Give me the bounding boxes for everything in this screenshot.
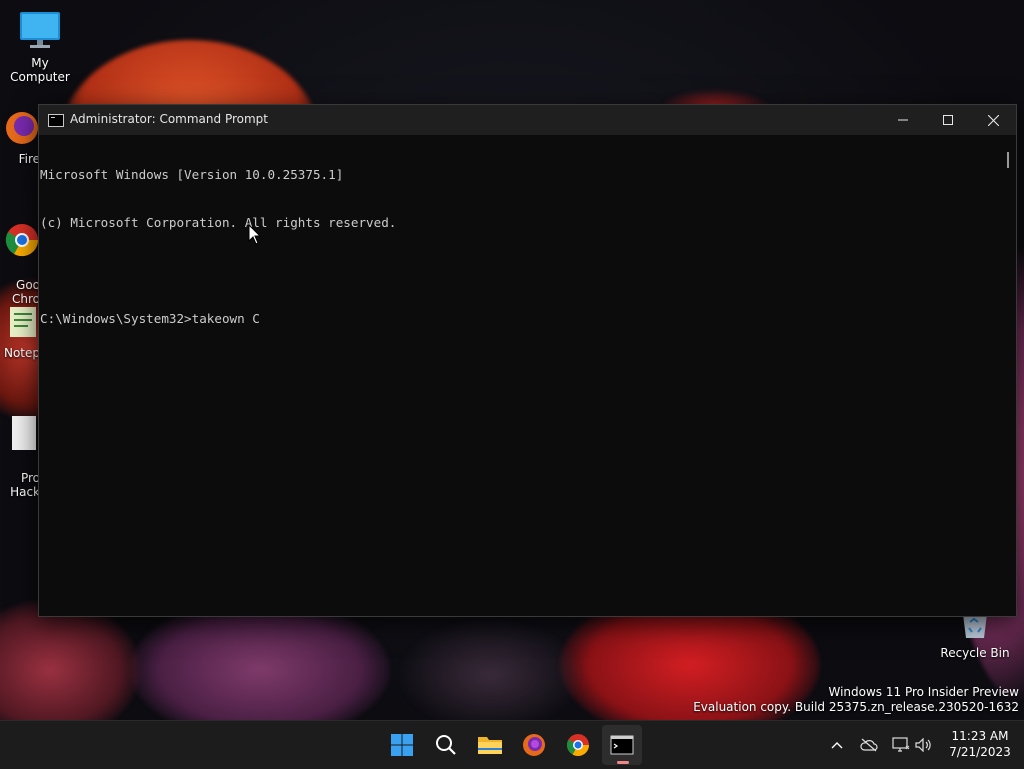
desktop-icon-label: Notep [3, 346, 40, 360]
close-icon [987, 114, 999, 126]
watermark-build: Evaluation copy. Build 25375.zn_release.… [693, 700, 1019, 714]
notepad-icon [10, 307, 36, 337]
desktop-icon-label: Pro Hack [10, 471, 40, 499]
document-icon [12, 416, 36, 450]
command-prompt-window[interactable]: Administrator: Command Prompt Microsoft … [38, 104, 1017, 617]
close-button[interactable] [970, 105, 1016, 135]
wallpaper-shape [0, 600, 140, 720]
desktop-icon-firefox[interactable]: Fire [0, 110, 40, 166]
chrome-icon [567, 734, 589, 756]
desktop-icon-recycle-bin[interactable]: Recycle Bin [935, 614, 1015, 660]
clock-time: 11:23 AM [951, 729, 1009, 743]
taskbar-chrome-button[interactable] [558, 725, 598, 765]
terminal-icon [610, 735, 634, 755]
taskbar-clock[interactable]: 11:23 AM 7/21/2023 [940, 728, 1020, 760]
chevron-up-icon [831, 742, 843, 749]
volume-tray-button[interactable] [913, 721, 935, 769]
minimize-icon [898, 119, 908, 121]
windows-start-icon [391, 734, 413, 756]
maximize-button[interactable] [925, 105, 971, 135]
desktop-icon-label: My Computer [10, 56, 70, 84]
network-icon [892, 737, 910, 752]
desktop-icon-notepad[interactable]: Notep [0, 304, 40, 360]
taskbar-search-button[interactable] [426, 725, 466, 765]
taskbar: 11:23 AM 7/21/2023 [0, 720, 1024, 769]
wallpaper-shape [400, 620, 580, 720]
taskbar-start-button[interactable] [382, 725, 422, 765]
scrollbar-thumb[interactable] [1007, 152, 1009, 168]
windows-watermark: Windows 11 Pro Insider Preview Evaluatio… [693, 685, 1019, 715]
chrome-icon [5, 224, 39, 257]
desktop-icon-label: Fire [18, 152, 40, 166]
onedrive-tray-button[interactable] [858, 721, 880, 769]
network-tray-button[interactable] [890, 721, 912, 769]
cmd-icon [48, 114, 64, 127]
search-icon [436, 735, 456, 755]
title-bar[interactable]: Administrator: Command Prompt [39, 105, 1016, 135]
vertical-scrollbar[interactable] [1001, 135, 1016, 616]
show-hidden-icons-button[interactable] [827, 721, 847, 769]
taskbar-file-explorer-button[interactable] [470, 725, 510, 765]
monitor-icon [20, 12, 60, 48]
firefox-icon [6, 112, 38, 144]
folder-icon [478, 737, 502, 754]
minimize-button[interactable] [880, 105, 926, 135]
console-line: Microsoft Windows [Version 10.0.25375.1] [40, 167, 344, 182]
clock-date: 7/21/2023 [949, 745, 1011, 759]
recycle-bin-icon [963, 614, 987, 638]
desktop-icon-process-hacker[interactable]: Pro Hack [0, 400, 40, 513]
desktop-icon-label: Goo Chro [12, 278, 40, 306]
active-app-indicator [617, 761, 629, 764]
cloud-off-icon [860, 738, 878, 752]
desktop-icon-label: Recycle Bin [940, 646, 1010, 660]
taskbar-firefox-button[interactable] [514, 725, 554, 765]
console-output[interactable]: Microsoft Windows [Version 10.0.25375.1]… [39, 135, 1001, 616]
watermark-edition: Windows 11 Pro Insider Preview [828, 685, 1019, 699]
wallpaper-shape [130, 600, 390, 720]
console-line: (c) Microsoft Corporation. All rights re… [40, 215, 397, 230]
speaker-icon [915, 738, 931, 752]
mouse-cursor-icon [248, 224, 262, 245]
taskbar-command-prompt-button[interactable] [602, 725, 642, 765]
console-prompt-line[interactable]: C:\Windows\System32>takeown C [39, 311, 1001, 327]
desktop-icon-my-computer[interactable]: My Computer [0, 10, 80, 84]
firefox-icon [523, 734, 545, 756]
maximize-icon [943, 115, 953, 125]
window-title: Administrator: Command Prompt [70, 112, 268, 126]
